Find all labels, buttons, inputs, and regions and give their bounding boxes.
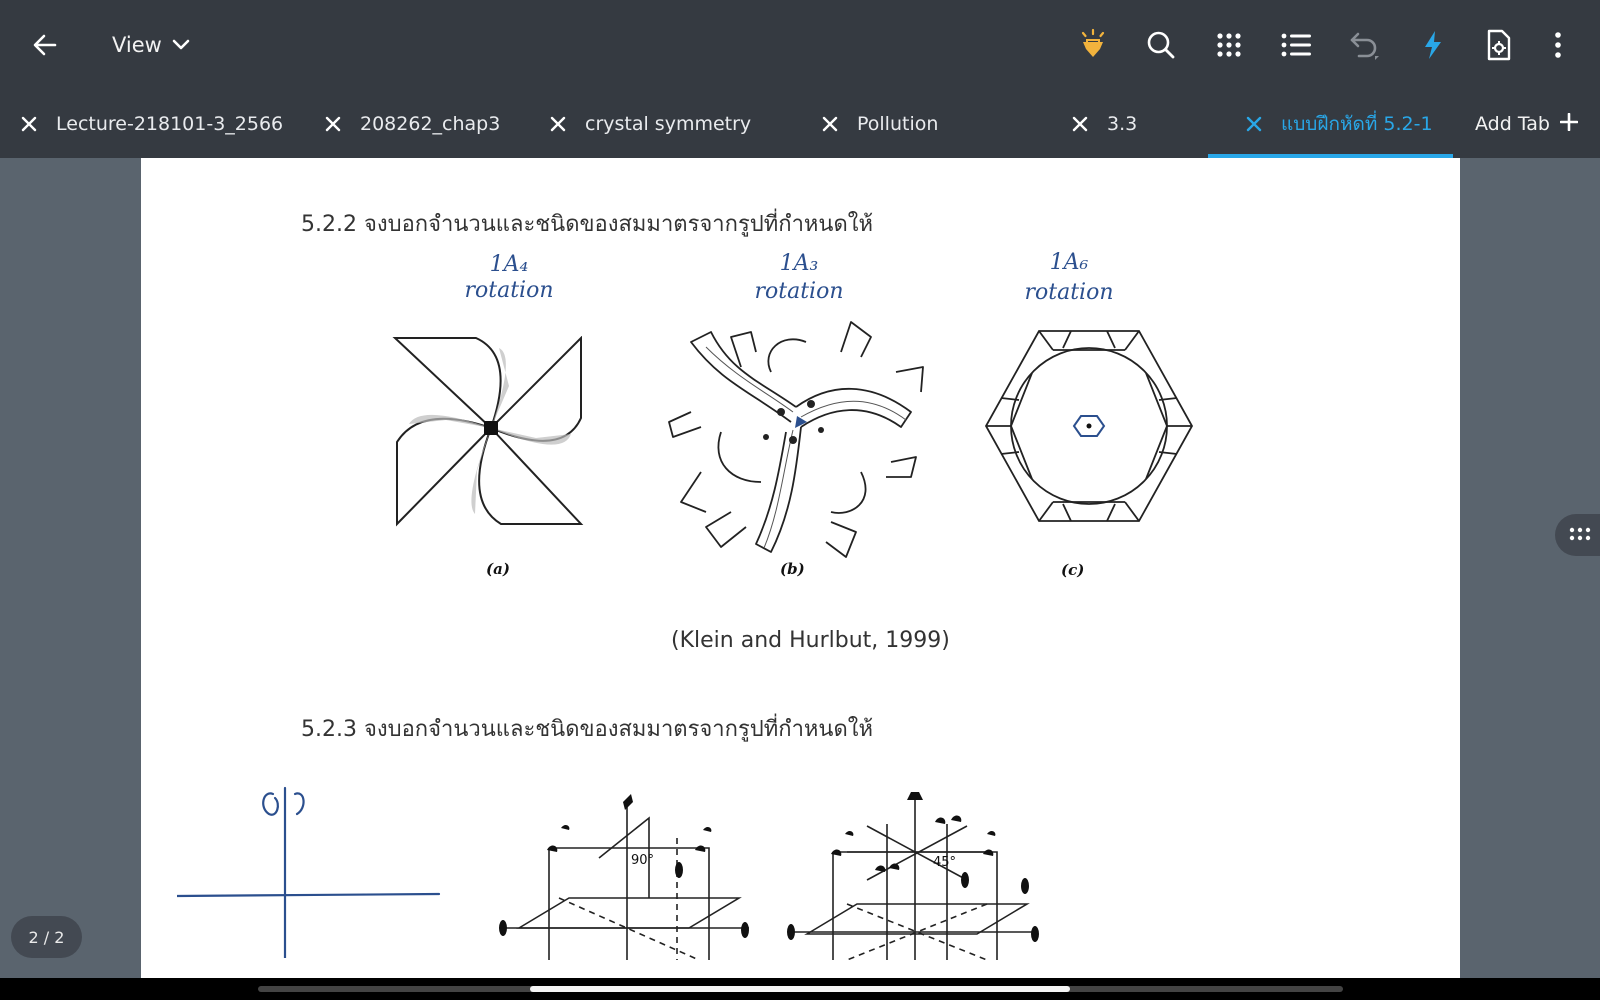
document-viewer[interactable]: 5.2.2 จงบอกจำนวนและชนิดของสมมาตรจากรูปที… <box>0 158 1600 978</box>
angle-label-45: 45° <box>933 855 956 870</box>
close-icon[interactable] <box>817 111 843 137</box>
plus-icon <box>1559 112 1579 135</box>
tab-3-3[interactable]: 3.3 <box>1067 90 1137 158</box>
page-indicator: 2 / 2 <box>11 916 82 958</box>
grid-icon[interactable] <box>1208 24 1250 66</box>
tab-lecture[interactable]: Lecture-218101-3_2566 <box>16 90 283 158</box>
pdf-page[interactable]: 5.2.2 จงบอกจำนวนและชนิดของสมมาตรจากรูปที… <box>141 158 1460 978</box>
tab-label: แบบฝึกหัดที่ 5.2-1 <box>1281 113 1433 135</box>
tab-pollution[interactable]: Pollution <box>817 90 938 158</box>
annotation-c-line1: 1A₆ <box>1049 250 1089 275</box>
annotation-a-line1: 1A₄ <box>489 252 529 277</box>
close-icon[interactable] <box>320 111 346 137</box>
figure-label-c: (c) <box>1061 561 1085 579</box>
side-panel-handle[interactable] <box>1555 514 1600 556</box>
symmetry-elements-figure-2: 45° <box>787 792 1039 960</box>
add-tab-button[interactable]: Add Tab <box>1475 90 1579 158</box>
apps-dots-icon <box>1569 526 1591 545</box>
close-icon[interactable] <box>1067 111 1093 137</box>
view-menu-label: View <box>112 33 162 57</box>
search-icon[interactable] <box>1140 24 1182 66</box>
pinwheel-figure <box>392 336 584 527</box>
home-gesture-handle[interactable] <box>530 986 1070 992</box>
hexagonal-crystal-figure <box>984 330 1194 522</box>
handwritten-annotation-c: 1A₆ rotation <box>1009 248 1129 308</box>
chevron-down-icon <box>172 33 190 57</box>
tab-label: 208262_chap3 <box>360 113 501 135</box>
close-icon[interactable] <box>1241 111 1267 137</box>
page-settings-icon[interactable] <box>1478 24 1520 66</box>
tab-label: Pollution <box>857 113 939 135</box>
figure-label-a: (a) <box>486 560 510 578</box>
angle-label-90: 90° <box>631 853 654 868</box>
symmetry-elements-figure-1: 90° <box>499 794 749 960</box>
highlighter-icon[interactable] <box>1072 24 1114 66</box>
question-5-2-3-heading: 5.2.3 จงบอกจำนวนและชนิดของสมมาตรจากรูปที… <box>301 717 873 742</box>
citation-text: (Klein and Hurlbut, 1999) <box>671 628 950 653</box>
handwritten-annotation-b: 1A₃ rotation <box>739 250 859 306</box>
annotation-c-line2: rotation <box>1024 280 1114 305</box>
tab-bar: Lecture-218101-3_2566 208262_chap3 cryst… <box>0 90 1600 158</box>
add-tab-label: Add Tab <box>1475 113 1550 135</box>
list-icon[interactable] <box>1275 24 1317 66</box>
tab-chap3[interactable]: 208262_chap3 <box>320 90 500 158</box>
close-icon[interactable] <box>545 111 571 137</box>
tab-crystal-symmetry[interactable]: crystal symmetry <box>545 90 751 158</box>
annotation-a-line2: rotation <box>464 278 554 303</box>
tab-label: 3.3 <box>1107 113 1138 135</box>
tab-label: crystal symmetry <box>585 113 752 135</box>
question-5-2-2-heading: 5.2.2 จงบอกจำนวนและชนิดของสมมาตรจากรูปที… <box>301 212 873 237</box>
top-toolbar: View <box>0 0 1600 90</box>
close-icon[interactable] <box>16 111 42 137</box>
handwritten-annotation-a: 1A₄ rotation <box>449 252 569 304</box>
system-navigation-bar <box>0 978 1600 1000</box>
undo-icon[interactable] <box>1343 24 1385 66</box>
lizard-tessellation-figure <box>668 321 924 558</box>
back-arrow-icon[interactable] <box>24 24 66 66</box>
flash-icon[interactable] <box>1412 24 1454 66</box>
handwritten-axis-sketch <box>177 786 441 958</box>
view-menu-button[interactable]: View <box>112 28 190 62</box>
tab-label: Lecture-218101-3_2566 <box>56 113 284 135</box>
annotation-b-line2: rotation <box>754 279 844 304</box>
more-vert-icon[interactable] <box>1537 24 1579 66</box>
annotation-b-line1: 1A₃ <box>779 251 819 276</box>
figure-label-b: (b) <box>780 560 805 578</box>
tab-exercise-5-2-1[interactable]: แบบฝึกหัดที่ 5.2-1 <box>1241 90 1433 158</box>
